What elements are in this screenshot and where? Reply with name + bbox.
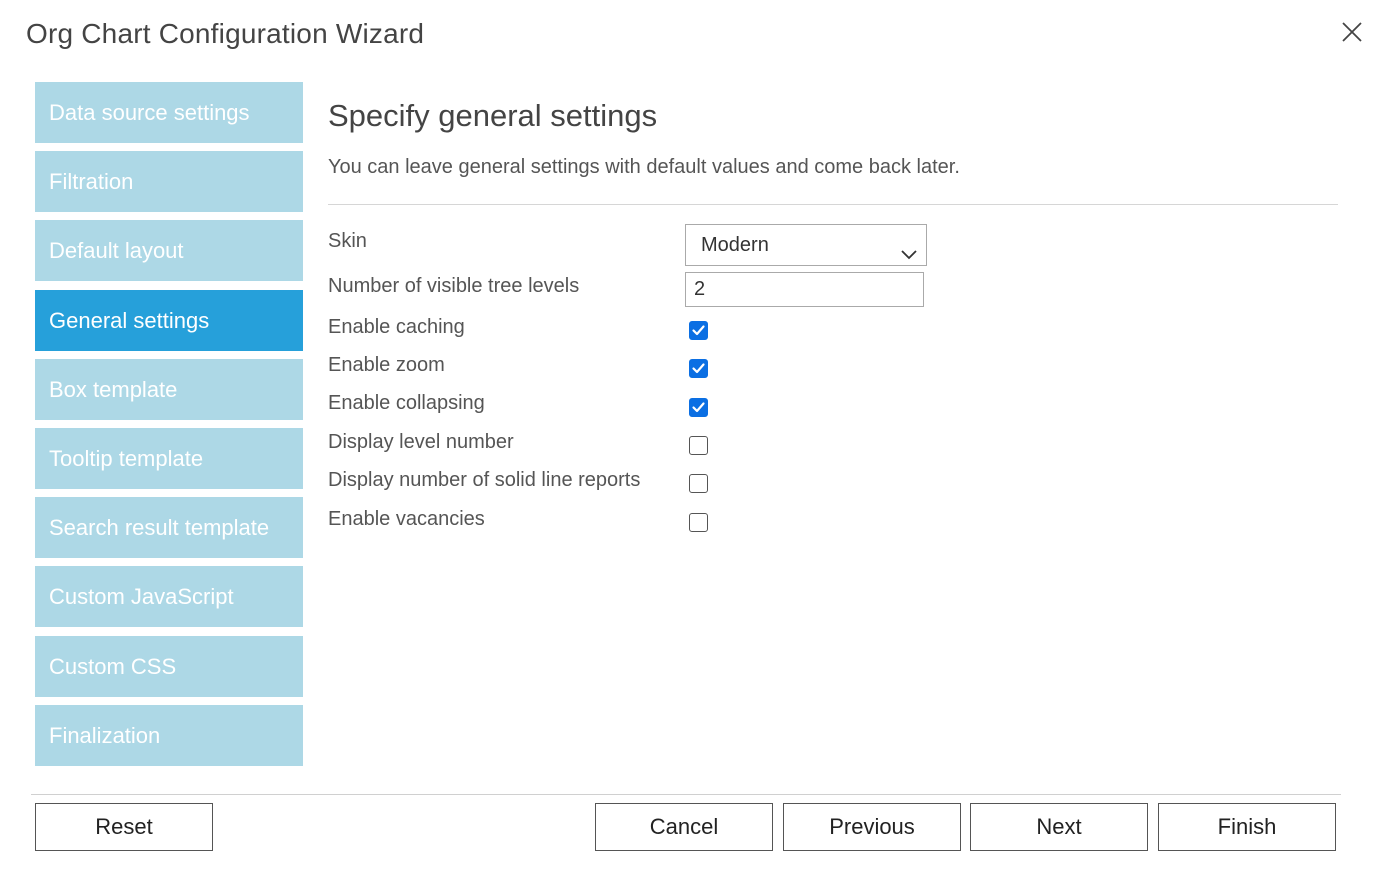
sidebar-item-finalization[interactable]: Finalization [35, 704, 303, 766]
window-title: Org Chart Configuration Wizard [26, 18, 425, 49]
sidebar-item-custom-css[interactable]: Custom CSS [35, 635, 303, 697]
enable-vacancies-label: Enable vacancies [328, 508, 485, 530]
skin-select[interactable]: Modern [685, 224, 927, 266]
enable-zoom-checkbox[interactable] [689, 359, 708, 378]
reset-button[interactable]: Reset [35, 803, 213, 851]
skin-select-value: Modern [701, 234, 769, 256]
checkmark-icon [692, 325, 705, 336]
page-title: Specify general settings [328, 98, 658, 133]
sidebar-item-filtration[interactable]: Filtration [35, 151, 303, 213]
enable-zoom-label: Enable zoom [328, 354, 445, 376]
display-solid-line-reports-checkbox[interactable] [689, 474, 708, 493]
enable-collapsing-checkbox[interactable] [689, 398, 708, 417]
next-button[interactable]: Next [970, 803, 1148, 851]
previous-button[interactable]: Previous [783, 803, 961, 851]
checkmark-icon [692, 363, 705, 374]
sidebar-item-data-source-settings[interactable]: Data source settings [35, 82, 303, 143]
wizard-steps-sidebar: Data source settings Filtration Default … [35, 82, 303, 774]
chevron-down-icon [900, 237, 918, 277]
display-level-number-checkbox[interactable] [689, 436, 708, 455]
sidebar-item-box-template[interactable]: Box template [35, 358, 303, 420]
page-description: You can leave general settings with defa… [328, 156, 960, 178]
enable-caching-label: Enable caching [328, 316, 465, 338]
header-divider [328, 204, 1338, 205]
visible-levels-input[interactable] [685, 272, 924, 307]
enable-vacancies-checkbox[interactable] [689, 513, 708, 532]
sidebar-item-custom-javascript[interactable]: Custom JavaScript [35, 566, 303, 628]
sidebar-item-search-result-template[interactable]: Search result template [35, 497, 303, 559]
sidebar-item-general-settings[interactable]: General settings [35, 289, 303, 351]
enable-caching-checkbox[interactable] [689, 321, 708, 340]
checkmark-icon [692, 402, 705, 413]
cancel-button[interactable]: Cancel [595, 803, 773, 851]
display-solid-line-reports-label: Display number of solid line reports [328, 469, 641, 491]
settings-panel: Specify general settings You can leave g… [328, 96, 1338, 205]
visible-levels-label: Number of visible tree levels [328, 275, 580, 297]
sidebar-item-tooltip-template[interactable]: Tooltip template [35, 427, 303, 489]
finish-button[interactable]: Finish [1158, 803, 1336, 851]
enable-collapsing-label: Enable collapsing [328, 392, 485, 414]
sidebar-item-default-layout[interactable]: Default layout [35, 220, 303, 282]
footer-divider [31, 794, 1341, 795]
display-level-number-label: Display level number [328, 431, 514, 453]
close-button[interactable] [1336, 18, 1368, 50]
close-icon [1342, 22, 1362, 42]
skin-label: Skin [328, 230, 367, 252]
